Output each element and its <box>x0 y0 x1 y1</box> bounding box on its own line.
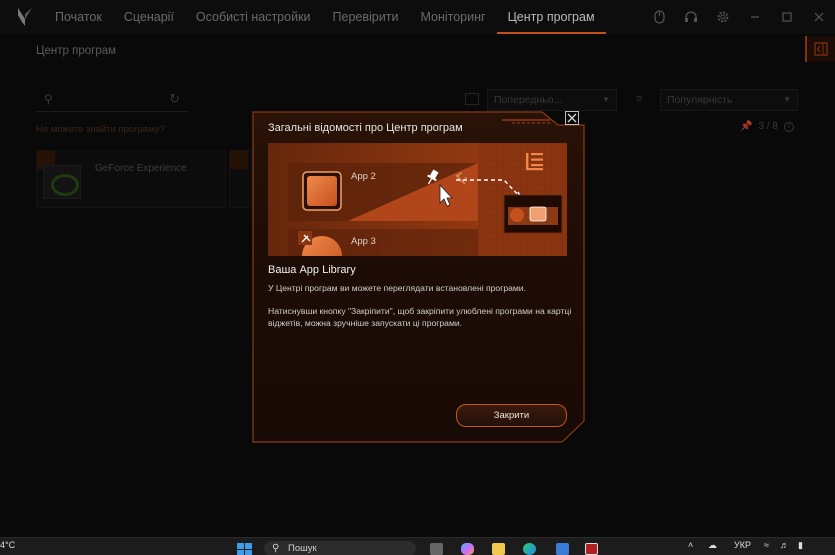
tab-check[interactable]: Перевірити <box>322 0 410 34</box>
windows-start-icon[interactable] <box>237 543 253 555</box>
volume-icon[interactable]: ♬ <box>780 540 789 550</box>
language-indicator[interactable]: УКР <box>734 540 751 550</box>
copilot-icon[interactable] <box>461 543 474 555</box>
app2-label: App 2 <box>351 171 376 182</box>
close-icon[interactable] <box>803 0 835 34</box>
tab-home[interactable]: Початок <box>44 0 113 34</box>
close-button[interactable]: Закрити <box>456 404 567 427</box>
onedrive-icon[interactable]: ☁ <box>708 540 717 551</box>
minimize-icon[interactable] <box>739 0 771 34</box>
mouse-icon[interactable] <box>643 0 675 34</box>
tab-app-center[interactable]: Центр програм <box>496 0 606 34</box>
nav-tabs: Початок Сценарії Особисті настройки Пере… <box>44 0 606 34</box>
search-icon: ⚲ <box>272 543 280 554</box>
window-controls <box>643 0 835 34</box>
predator-sense-taskbar-icon[interactable] <box>585 543 598 555</box>
tray-chevron-icon[interactable]: ˄ <box>688 540 693 550</box>
title-bar: Початок Сценарії Особисті настройки Пере… <box>0 0 835 34</box>
headset-icon[interactable] <box>675 0 707 34</box>
taskbar-search-input[interactable]: ⚲ Пошук <box>264 541 416 555</box>
dialog-scrollbar[interactable] <box>252 349 254 391</box>
dialog-title: Загальні відомості про Центр програм <box>268 122 463 134</box>
edge-icon[interactable] <box>523 543 536 555</box>
app-center-intro-dialog: Загальні відомості про Центр програм App… <box>252 111 585 443</box>
file-explorer-icon[interactable] <box>492 543 505 555</box>
app-library-illustration: App 2 App 3 <box>268 143 567 256</box>
taskbar-search-label: Пошук <box>288 543 317 554</box>
weather-temperature[interactable]: 4°C <box>0 540 15 550</box>
section-title: Ваша App Library <box>268 264 356 276</box>
store-icon[interactable] <box>556 543 569 555</box>
close-icon <box>567 113 577 123</box>
wifi-icon[interactable]: ≈ <box>764 540 769 550</box>
maximize-icon[interactable] <box>771 0 803 34</box>
gear-icon[interactable] <box>707 0 739 34</box>
windows-taskbar: 4°C ⚲ Пошук ˄ ☁ УКР ≈ ♬ ▮ <box>0 537 835 555</box>
battery-icon[interactable]: ▮ <box>798 540 803 551</box>
description-paragraph-1: У Центрі програм ви можете переглядати в… <box>268 283 526 293</box>
tab-scenarios[interactable]: Сценарії <box>113 0 185 34</box>
tab-monitoring[interactable]: Моніторинг <box>409 0 496 34</box>
app3-label: App 3 <box>351 236 376 247</box>
task-view-icon[interactable] <box>430 543 443 555</box>
predator-logo-icon <box>18 8 32 26</box>
dialog-close-button[interactable] <box>565 111 579 125</box>
tab-personal-settings[interactable]: Особисті настройки <box>185 0 322 34</box>
description-paragraph-2: Натиснувши кнопку "Закріпити", щоб закрі… <box>268 306 572 328</box>
